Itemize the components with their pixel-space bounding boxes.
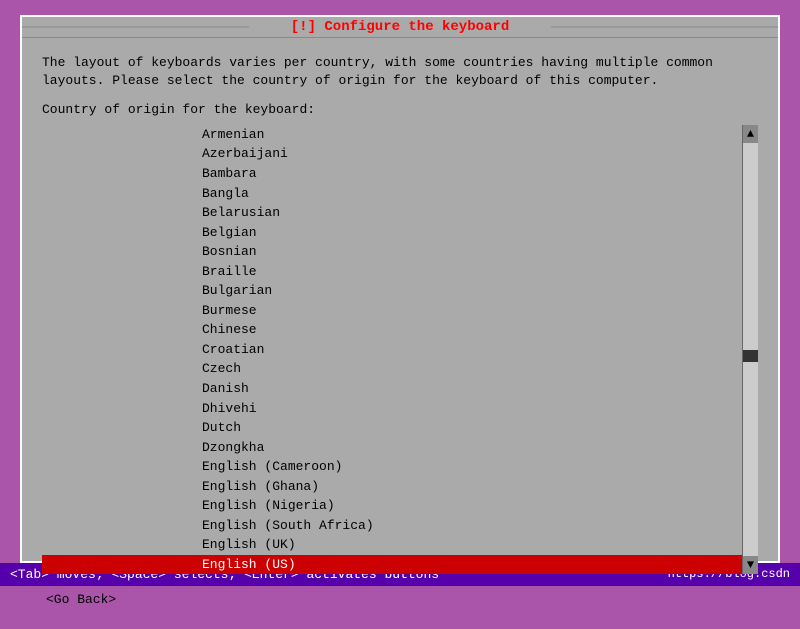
dialog-title: [!] Configure the keyboard [283, 19, 517, 35]
keyboard-list[interactable]: ArmenianAzerbaijaniBambaraBanglaBelarusi… [42, 125, 742, 575]
main-dialog: [!] Configure the keyboard The layout of… [20, 15, 780, 563]
list-item-english-ghana[interactable]: English (Ghana) [42, 477, 742, 497]
list-item-english-cameroon[interactable]: English (Cameroon) [42, 457, 742, 477]
country-label: Country of origin for the keyboard: [42, 102, 758, 117]
list-item-belarusian[interactable]: Belarusian [42, 203, 742, 223]
list-item-dutch[interactable]: Dutch [42, 418, 742, 438]
list-item-bangla[interactable]: Bangla [42, 184, 742, 204]
description-line1: The layout of keyboards varies per count… [42, 55, 713, 70]
list-item-dzongkha[interactable]: Dzongkha [42, 438, 742, 458]
list-item-dhivehi[interactable]: Dhivehi [42, 399, 742, 419]
list-item-chinese[interactable]: Chinese [42, 320, 742, 340]
description-line2: layouts. Please select the country of or… [42, 73, 658, 88]
list-item-czech[interactable]: Czech [42, 359, 742, 379]
content-area: The layout of keyboards varies per count… [22, 38, 778, 629]
list-item-english-nigeria[interactable]: English (Nigeria) [42, 496, 742, 516]
list-item-bambara[interactable]: Bambara [42, 164, 742, 184]
scrollbar: ▲ ▼ [742, 125, 758, 575]
scroll-thumb[interactable] [743, 350, 758, 362]
list-item-azerbaijani[interactable]: Azerbaijani [42, 144, 742, 164]
scroll-down-button[interactable]: ▼ [745, 556, 756, 574]
title-bar: [!] Configure the keyboard [22, 17, 778, 38]
scroll-track [743, 143, 758, 557]
list-container: ArmenianAzerbaijaniBambaraBanglaBelarusi… [42, 125, 758, 575]
list-item-braille[interactable]: Braille [42, 262, 742, 282]
scroll-up-button[interactable]: ▲ [745, 125, 756, 143]
list-item-burmese[interactable]: Burmese [42, 301, 742, 321]
list-item-english-south-africa[interactable]: English (South Africa) [42, 516, 742, 536]
list-item-belgian[interactable]: Belgian [42, 223, 742, 243]
list-item-english-uk[interactable]: English (UK) [42, 535, 742, 555]
list-item-english-us[interactable]: English (US) [42, 555, 742, 575]
list-item-danish[interactable]: Danish [42, 379, 742, 399]
list-item-armenian[interactable]: Armenian [42, 125, 742, 145]
list-item-croatian[interactable]: Croatian [42, 340, 742, 360]
list-item-bulgarian[interactable]: Bulgarian [42, 281, 742, 301]
list-item-bosnian[interactable]: Bosnian [42, 242, 742, 262]
description-text: The layout of keyboards varies per count… [42, 54, 758, 90]
